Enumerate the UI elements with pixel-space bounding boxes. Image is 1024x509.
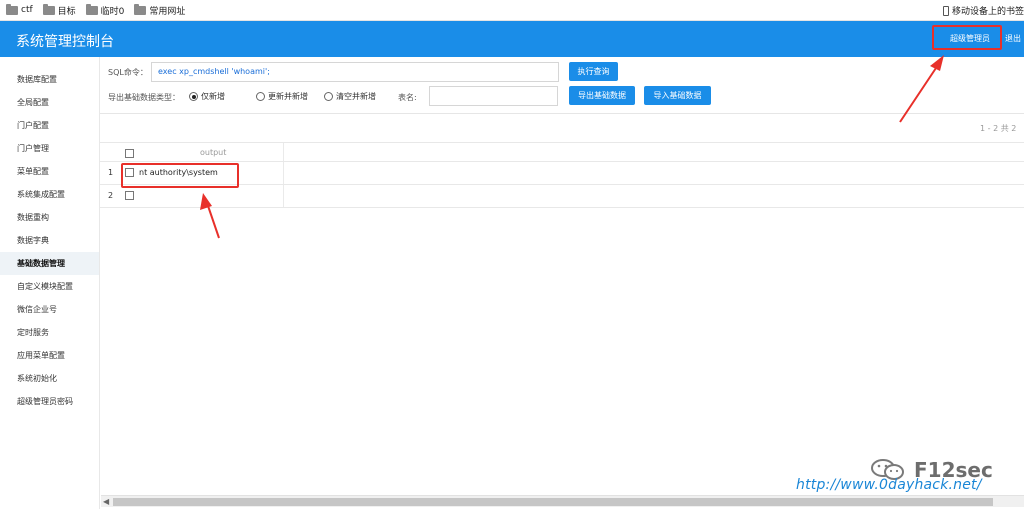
scrollbar-thumb[interactable] (113, 498, 993, 506)
arrow-to-admin (899, 55, 944, 123)
horizontal-scrollbar[interactable]: ◀ (101, 495, 1024, 507)
annotation-arrows (200, 55, 944, 239)
watermark-url: http://www.0dayhack.net/ (796, 477, 982, 493)
arrow-to-output (200, 193, 220, 239)
scroll-left-icon[interactable]: ◀ (103, 497, 109, 506)
